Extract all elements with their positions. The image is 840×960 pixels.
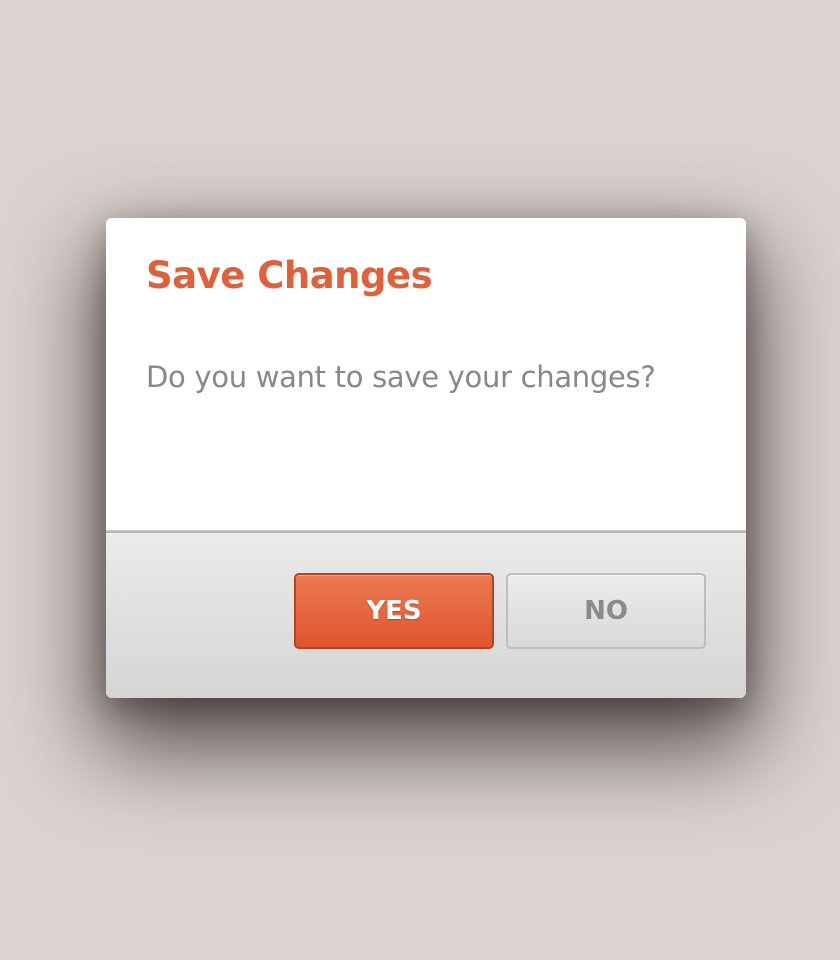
dialog-footer: YES NO (106, 533, 746, 698)
dialog-title: Save Changes (146, 254, 433, 297)
no-button[interactable]: NO (506, 573, 706, 649)
save-changes-dialog: Save Changes Do you want to save your ch… (106, 218, 746, 698)
dialog-message: Do you want to save your changes? (146, 360, 656, 394)
dialog-body: Save Changes Do you want to save your ch… (106, 218, 746, 530)
yes-button[interactable]: YES (294, 573, 494, 649)
